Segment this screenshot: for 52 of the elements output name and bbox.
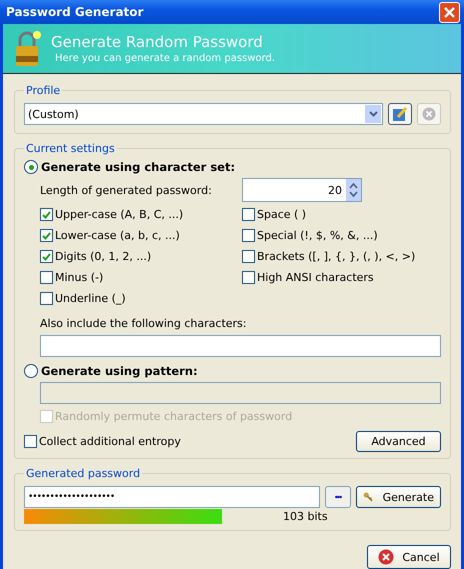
checkbox[interactable] — [40, 208, 53, 221]
group-label: Current settings — [25, 142, 116, 155]
delete-icon — [422, 107, 436, 121]
radio-label: Generate using character set: — [41, 160, 236, 174]
checkbox-label: Collect additional entropy — [39, 435, 181, 448]
cancel-button[interactable]: Cancel — [367, 545, 451, 569]
password-field[interactable]: •••••••••••••••••••• — [24, 486, 320, 508]
checkbox[interactable] — [242, 271, 255, 284]
checkbox-label: Underline (_) — [55, 292, 126, 305]
length-label: Length of generated password: — [40, 184, 213, 196]
radio-label: Generate using pattern: — [41, 364, 198, 378]
checkbox-label: Digits (0, 1, 2, ...) — [55, 250, 152, 263]
edit-profile-button[interactable] — [388, 103, 412, 125]
include-label: Also include the following characters: — [40, 317, 248, 330]
lock-icon — [13, 28, 43, 68]
checkbox-label: Upper-case (A, B, C, ...) — [55, 208, 184, 221]
checkbox[interactable] — [24, 435, 37, 448]
checkbox-label: Space ( ) — [257, 208, 306, 221]
checkbox[interactable] — [40, 271, 53, 284]
profile-dropdown[interactable]: (Custom) — [24, 103, 383, 125]
caret-icon — [368, 111, 378, 117]
pattern-field[interactable] — [40, 382, 441, 404]
header-subtitle: Here you can generate a random password. — [55, 53, 275, 64]
checkbox[interactable] — [40, 250, 53, 263]
close-button[interactable] — [439, 2, 460, 22]
checkbox-label: Brackets ([, ], {, }, (, ), <, >) — [257, 250, 416, 263]
window-title: Password Generator — [6, 5, 144, 19]
advanced-button[interactable]: Advanced — [356, 431, 441, 452]
radio-button[interactable] — [24, 364, 38, 378]
group-label: Profile — [25, 84, 62, 97]
show-password-button[interactable]: ••• — [325, 486, 351, 508]
checkbox[interactable] — [242, 229, 255, 242]
checkbox-label: Minus (-) — [55, 271, 104, 284]
checkbox[interactable] — [40, 229, 53, 242]
length-spinner[interactable]: 20 — [242, 178, 362, 202]
include-field[interactable] — [40, 335, 441, 357]
spin-arrows-icon — [349, 181, 358, 199]
cancel-icon — [378, 549, 394, 565]
checkbox-label: Randomly permute characters of password — [55, 410, 292, 423]
checkbox-label: Lower-case (a, b, c, ...) — [55, 229, 180, 242]
checkbox-label: Special (!, $, %, &, ...) — [257, 229, 378, 242]
checkbox[interactable] — [242, 208, 255, 221]
generate-button[interactable]: Generate — [356, 486, 441, 508]
checkbox[interactable] — [242, 250, 255, 263]
radio-button[interactable] — [24, 160, 38, 174]
pencil-icon — [392, 106, 408, 122]
close-icon — [443, 6, 456, 18]
checkbox-label: High ANSI characters — [257, 271, 374, 284]
checkbox[interactable] — [40, 292, 53, 305]
group-label: Generated password — [25, 467, 142, 480]
header-title: Generate Random Password — [51, 33, 264, 51]
quality-reading: 103 bits — [283, 510, 328, 523]
